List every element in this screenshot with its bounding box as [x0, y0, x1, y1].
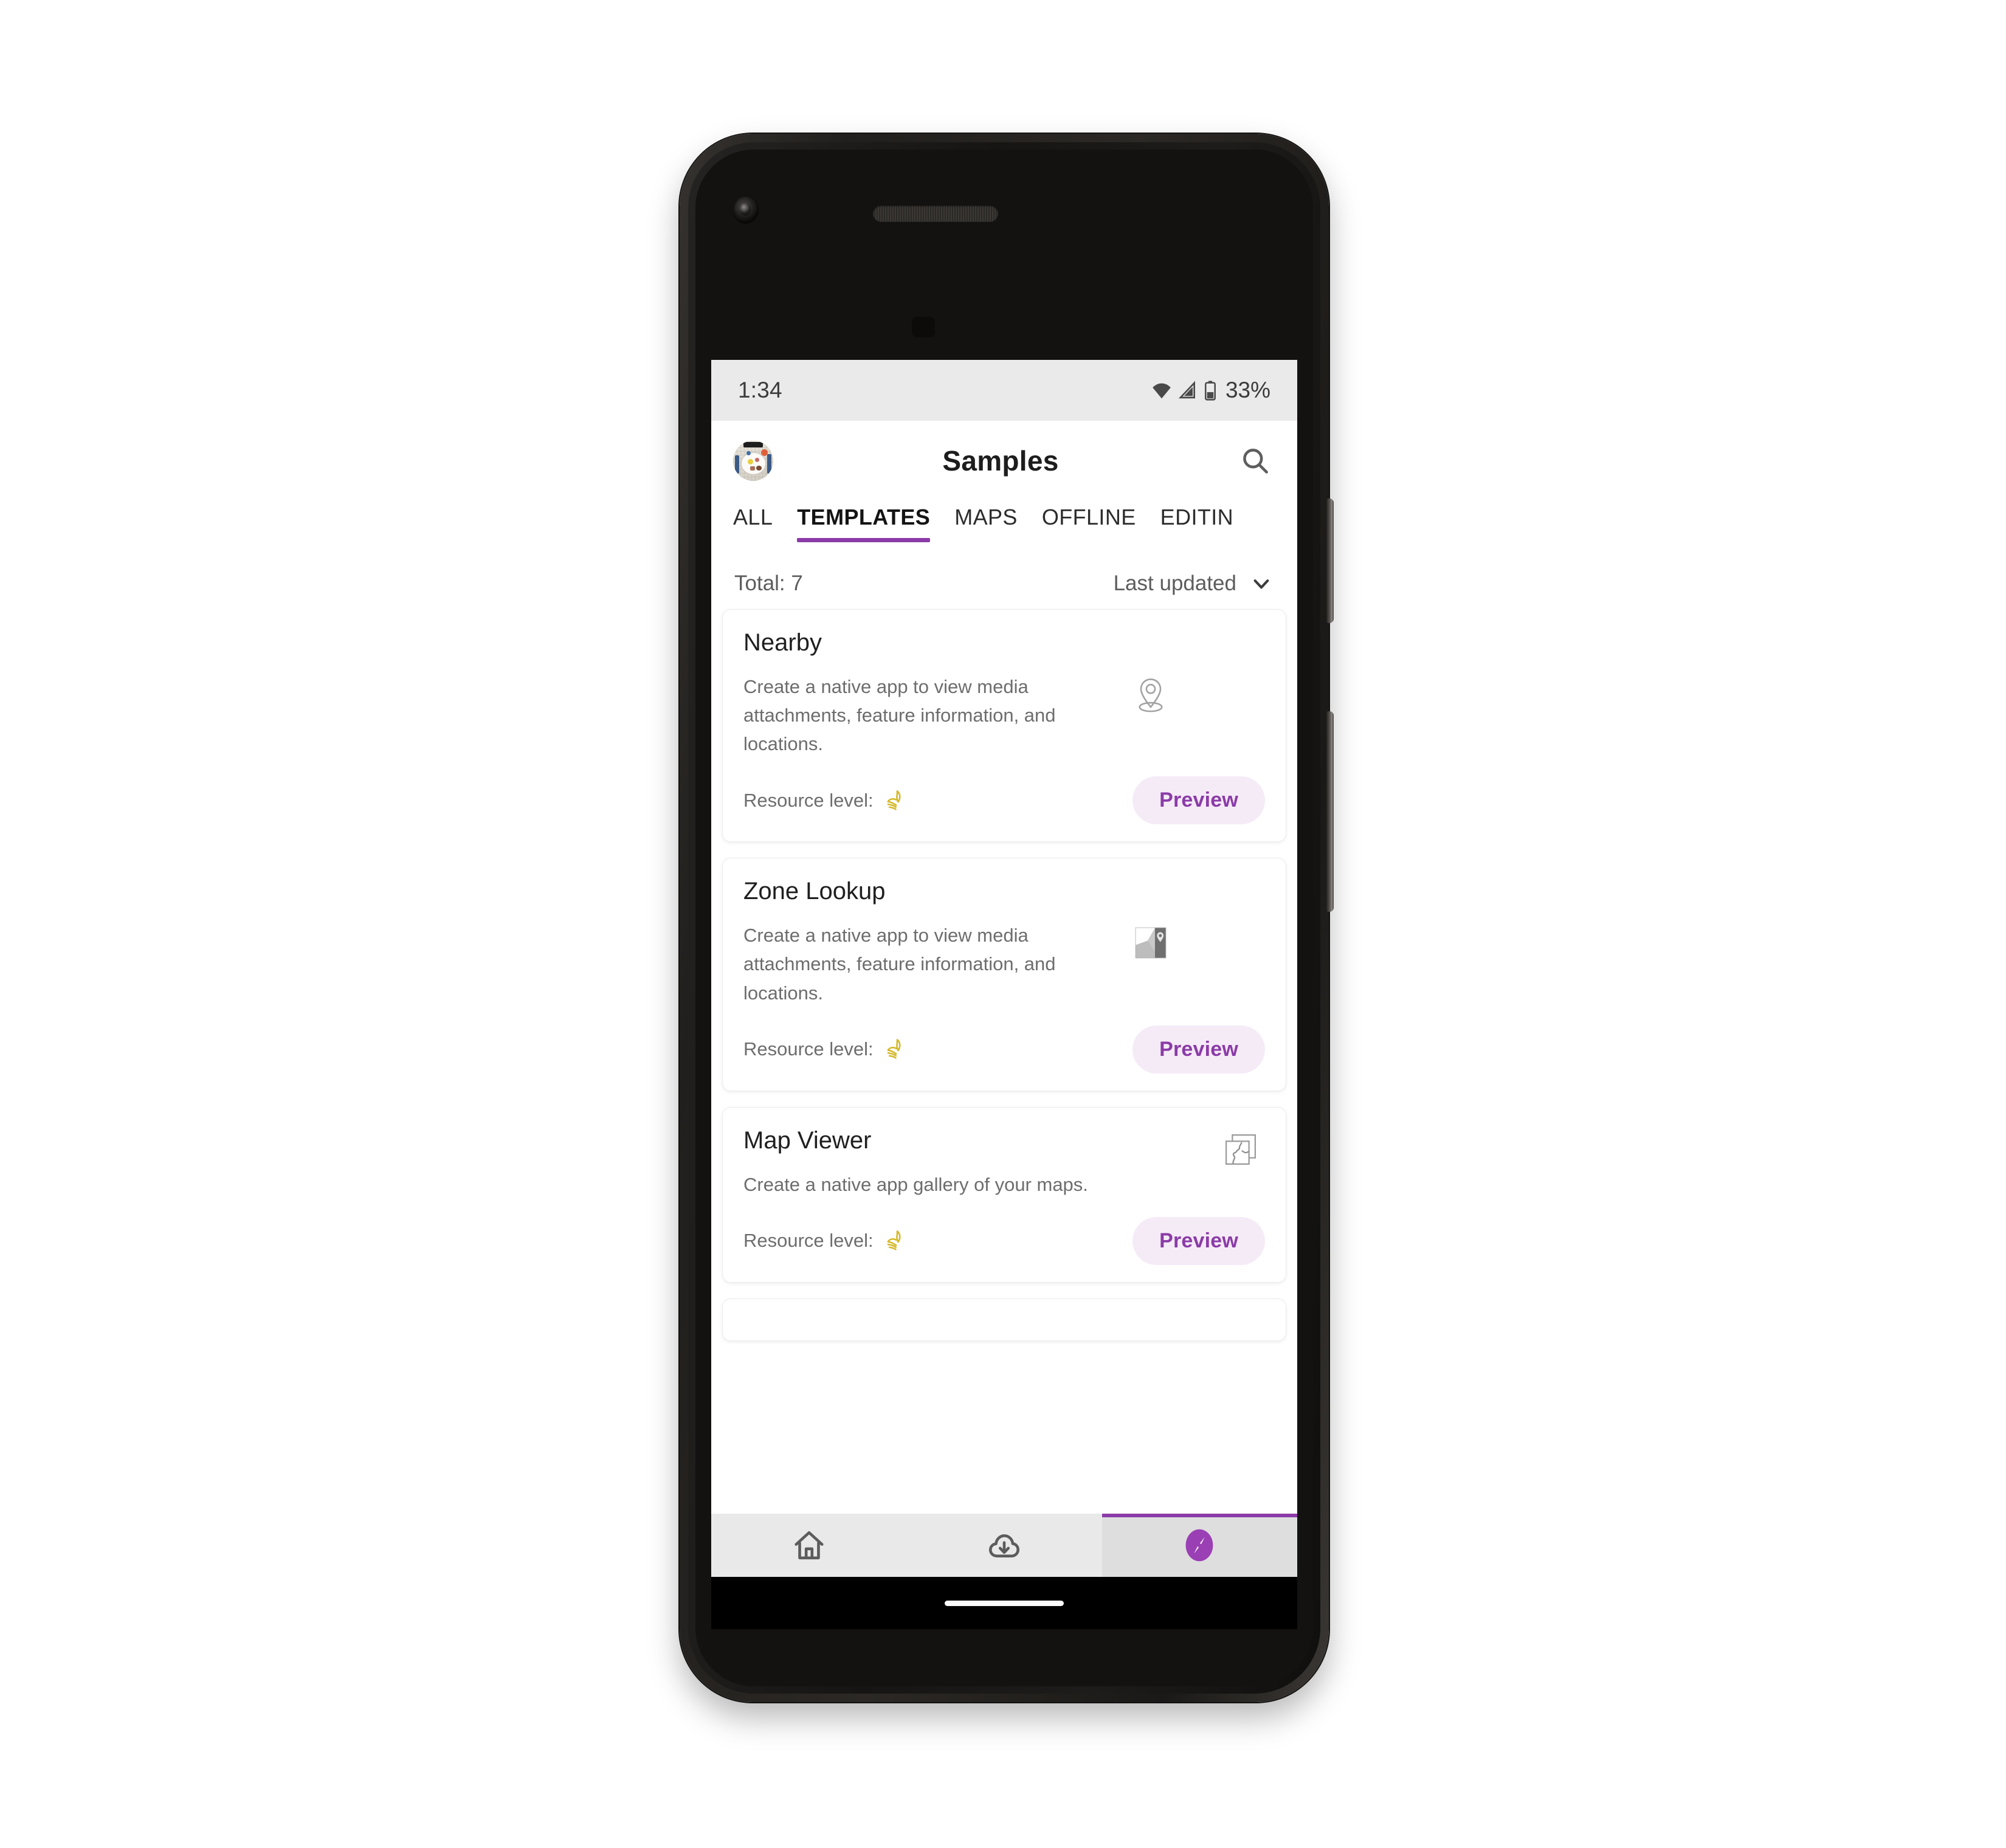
- resource-level-group: Resource level:: [743, 1229, 906, 1252]
- preview-button[interactable]: Preview: [1132, 1216, 1265, 1265]
- preview-button[interactable]: Preview: [1132, 776, 1265, 825]
- phone-screen: 1:34 33% Samples ALL TEMPLATES MAPS OFFL…: [711, 360, 1297, 1629]
- avatar[interactable]: [733, 441, 773, 481]
- home-indicator[interactable]: [945, 1600, 1064, 1606]
- card-thumbnail: [1126, 921, 1175, 960]
- gesture-navigation-bar: [711, 1577, 1297, 1629]
- card-description: Create a native app gallery of your maps…: [743, 1173, 1088, 1195]
- chevron-down-icon: [1253, 579, 1269, 589]
- card-thumbnail: [1216, 1127, 1265, 1167]
- cellular-signal-icon: [1178, 381, 1195, 399]
- phone-device: 1:34 33% Samples ALL TEMPLATES MAPS OFFL…: [680, 134, 1334, 1702]
- status-time: 1:34: [738, 378, 782, 402]
- proximity-sensor: [912, 317, 935, 337]
- page-title: Samples: [942, 445, 1059, 477]
- tab-offline[interactable]: OFFLINE: [1042, 501, 1136, 530]
- resource-level-label: Resource level:: [743, 1038, 874, 1060]
- list-meta-row: Total: 7 Last updated: [711, 556, 1297, 609]
- leaf-hand-icon: [887, 1039, 901, 1059]
- card-thumbnail: [1126, 672, 1175, 715]
- preview-button[interactable]: Preview: [1132, 1025, 1265, 1074]
- cloud-download-icon: [988, 1534, 1019, 1557]
- resource-level-label: Resource level:: [743, 789, 874, 811]
- search-button[interactable]: [1234, 440, 1277, 482]
- sample-card-partial[interactable]: [722, 1298, 1286, 1341]
- status-bar: 1:34 33%: [711, 360, 1297, 421]
- leaf-hand-icon: [887, 1230, 901, 1250]
- leaf-hand-icon: [887, 790, 901, 810]
- resource-level-group: Resource level:: [743, 1038, 906, 1061]
- home-icon: [794, 1531, 824, 1560]
- nav-item-explore[interactable]: [1101, 1514, 1297, 1577]
- sample-card[interactable]: Zone Lookup Create a native app to view …: [722, 858, 1286, 1091]
- resource-level-group: Resource level:: [743, 789, 906, 812]
- tab-strip[interactable]: ALL TEMPLATES MAPS OFFLINE EDITIN: [711, 501, 1297, 556]
- battery-icon: [1204, 381, 1216, 401]
- earpiece-speaker: [873, 205, 998, 222]
- status-icons: 33%: [1151, 378, 1270, 403]
- card-title: Map Viewer: [743, 1126, 872, 1154]
- location-pin-icon: [1139, 678, 1163, 712]
- sort-label: Last updated: [1113, 571, 1236, 595]
- compass-icon: [1185, 1529, 1213, 1562]
- tab-templates[interactable]: TEMPLATES: [797, 501, 931, 542]
- map-thumbnail-icon: [1135, 927, 1167, 959]
- sample-card[interactable]: Map Viewer Create a native app gallery o…: [722, 1106, 1286, 1283]
- layered-maps-icon: [1225, 1134, 1256, 1165]
- device-bezel: 1:34 33% Samples ALL TEMPLATES MAPS OFFL…: [695, 150, 1313, 1686]
- volume-button[interactable]: [1326, 711, 1334, 912]
- search-icon: [1243, 449, 1268, 474]
- tab-all[interactable]: ALL: [733, 501, 773, 530]
- sample-card[interactable]: Nearby Create a native app to view media…: [722, 609, 1286, 843]
- tab-maps[interactable]: MAPS: [954, 501, 1018, 530]
- wifi-icon: [1153, 383, 1171, 399]
- nav-item-home[interactable]: [711, 1514, 906, 1577]
- card-title: Zone Lookup: [743, 878, 886, 905]
- sample-card-list: Nearby Create a native app to view media…: [711, 609, 1297, 1341]
- nav-item-downloads[interactable]: [906, 1514, 1101, 1577]
- tab-editing[interactable]: EDITIN: [1160, 501, 1233, 530]
- front-camera-icon: [733, 196, 759, 224]
- card-description: Create a native app to view media attach…: [743, 676, 1056, 755]
- app-bar: Samples: [711, 421, 1297, 501]
- power-button[interactable]: [1326, 498, 1334, 623]
- total-count-label: Total: 7: [734, 571, 803, 595]
- card-title: Nearby: [743, 629, 822, 656]
- battery-percent: 33%: [1225, 378, 1270, 402]
- resource-level-label: Resource level:: [743, 1230, 874, 1252]
- sort-control[interactable]: Last updated: [1114, 571, 1273, 596]
- bottom-navigation: [711, 1514, 1297, 1577]
- card-description: Create a native app to view media attach…: [743, 925, 1056, 1004]
